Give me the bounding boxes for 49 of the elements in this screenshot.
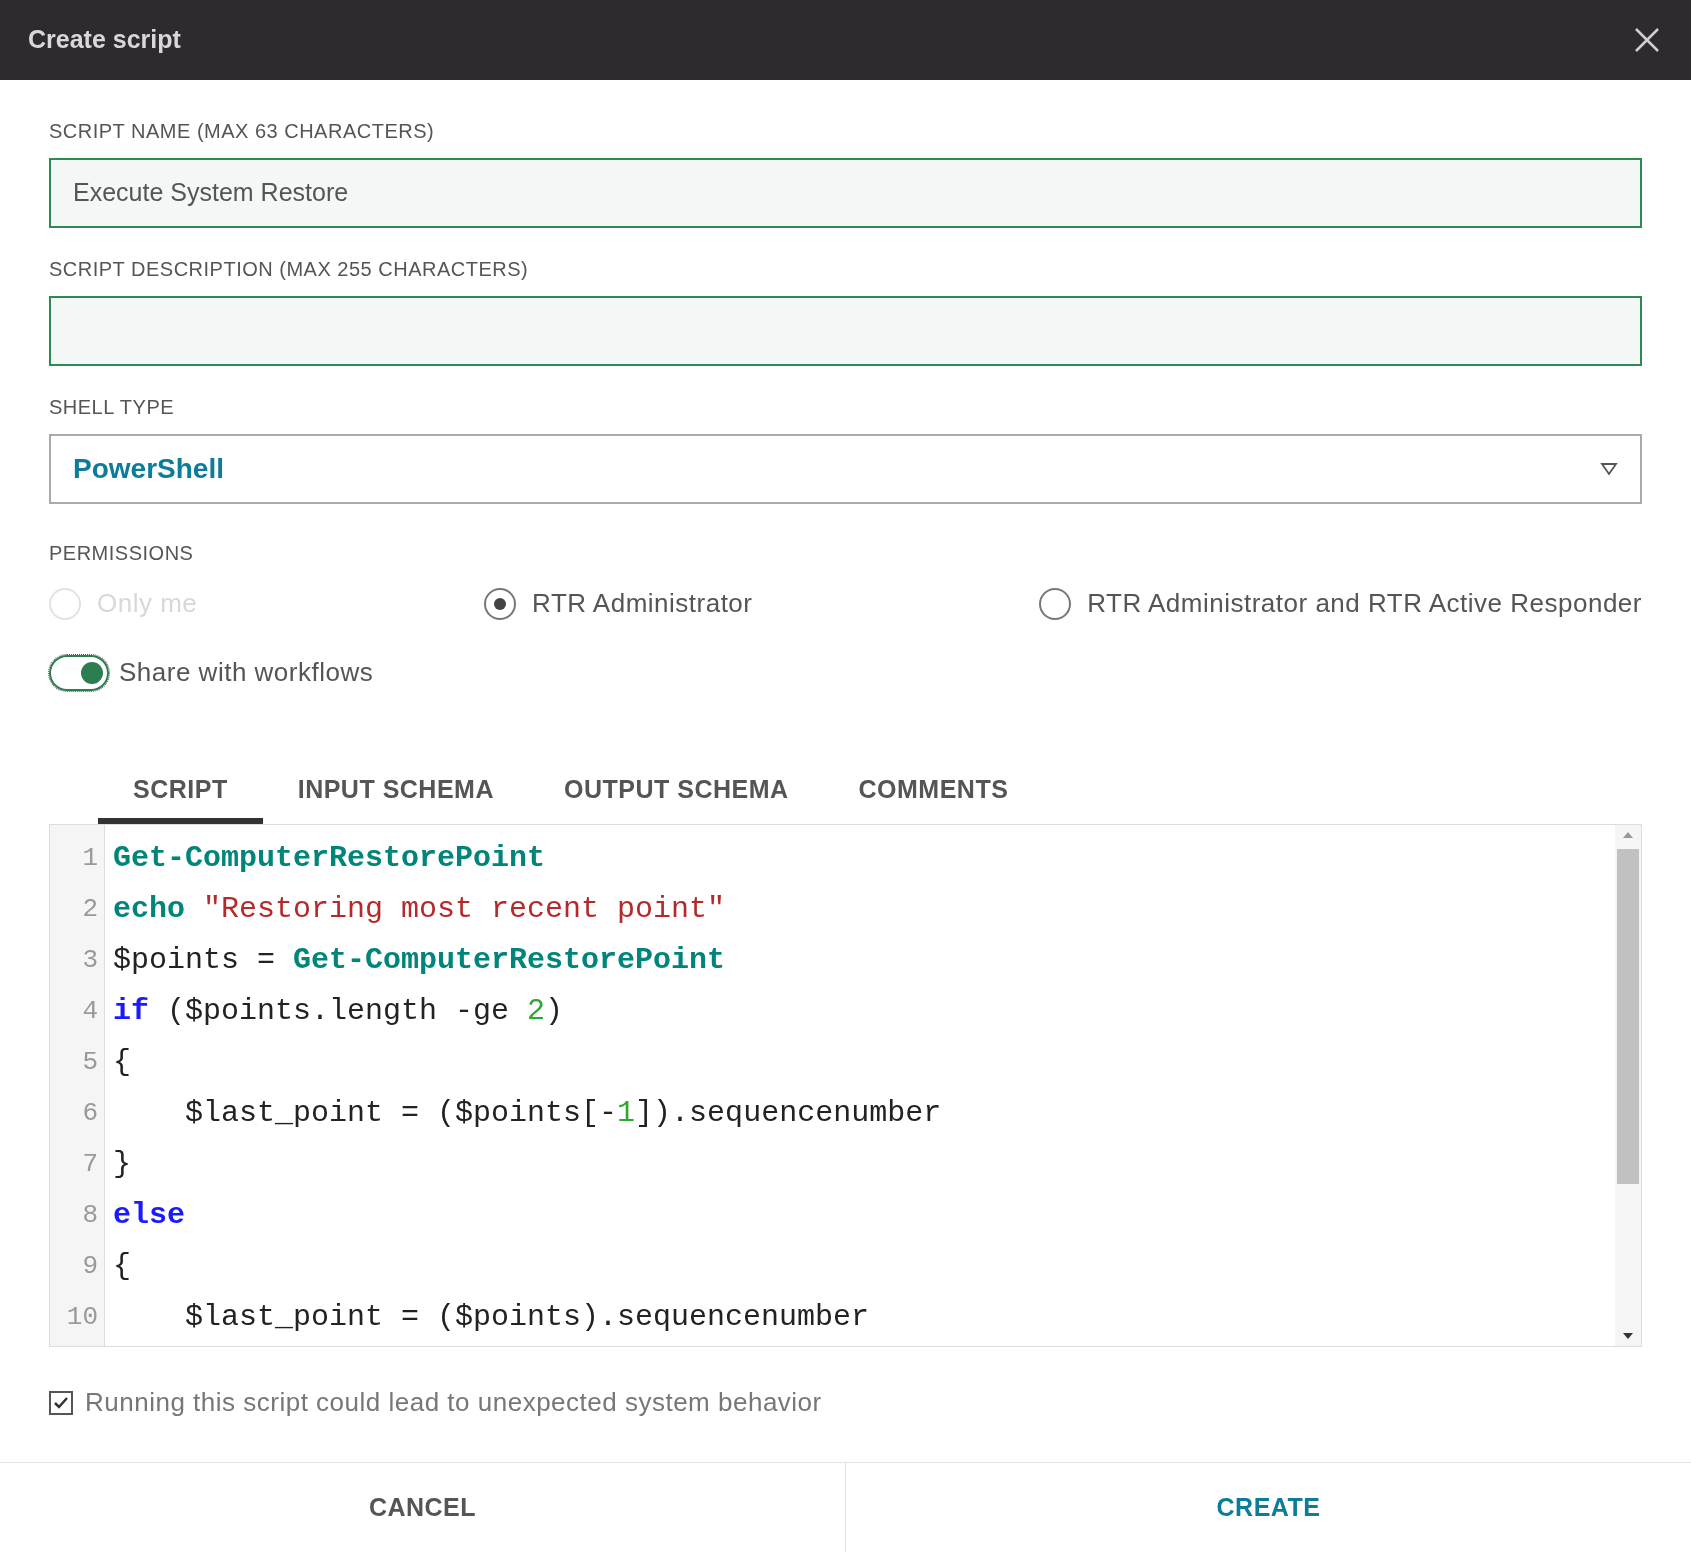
- code-line: $last_point = ($points).sequencenumber: [184, 1299, 870, 1336]
- code-editor[interactable]: [49, 824, 1642, 1347]
- text-field[interactable]: Execute System Restore: [49, 158, 1642, 228]
- radio-button[interactable]: [1039, 587, 1072, 620]
- cancel-button[interactable]: CANCEL: [0, 1463, 845, 1552]
- shell-type-dropdown[interactable]: PowerShell: [49, 434, 1642, 504]
- code-line: Get-ComputerRestorePoint: [113, 840, 546, 877]
- code-line: $last_point = ($points[-1]).sequencenumber: [184, 1095, 942, 1132]
- caret-icon: [1600, 462, 1618, 476]
- code-line: else: [113, 1197, 185, 1234]
- line-number: 3: [81, 944, 99, 977]
- radio-label: RTR Administrator and RTR Active Responder: [1087, 587, 1642, 620]
- field-label: SCRIPT DESCRIPTION (MAX 255 CHARACTERS): [49, 257, 530, 282]
- tab[interactable]: INPUT SCHEMA: [262, 762, 529, 824]
- toggle-label: Share with workflows: [119, 656, 374, 689]
- field-label: SHELL TYPE: [49, 395, 176, 420]
- code-line: if ($points.length -ge 2): [113, 993, 564, 1030]
- field-value: Execute System Restore: [73, 177, 349, 209]
- code-line: {: [113, 1044, 131, 1081]
- line-number: 5: [81, 1046, 99, 1079]
- radio-label: RTR Administrator: [532, 587, 753, 620]
- toggle-switch[interactable]: [49, 654, 109, 691]
- code-line: echo "Restoring most recent point": [113, 891, 726, 928]
- tab[interactable]: SCRIPT: [98, 762, 263, 824]
- line-number: 9: [81, 1250, 99, 1283]
- checkbox-label: Running this script could lead to unexpected system behavior: [85, 1386, 822, 1419]
- field-label: SCRIPT NAME (MAX 63 CHARACTERS): [49, 119, 436, 144]
- window-title: Create script: [28, 24, 181, 56]
- line-number: 6: [81, 1097, 99, 1130]
- scroll-down-icon[interactable]: [1622, 1332, 1634, 1340]
- tab[interactable]: OUTPUT SCHEMA: [529, 762, 824, 824]
- line-number: 8: [81, 1199, 99, 1232]
- code-line: $points = Get-ComputerRestorePoint: [113, 942, 726, 979]
- line-number: 1: [81, 842, 99, 875]
- scroll-up-icon[interactable]: [1622, 831, 1634, 839]
- text-field[interactable]: [49, 296, 1642, 366]
- line-number: 10: [65, 1301, 99, 1334]
- create-button[interactable]: CREATE: [845, 1463, 1691, 1552]
- line-number: 7: [81, 1148, 99, 1181]
- code-line: }: [113, 1146, 131, 1183]
- checkbox[interactable]: [49, 1390, 73, 1415]
- line-number: 4: [81, 995, 99, 1028]
- permissions-label: PERMISSIONS: [49, 541, 195, 566]
- line-number: 2: [81, 893, 99, 926]
- scrollbar[interactable]: [1615, 825, 1641, 1346]
- radio-button[interactable]: [484, 587, 517, 620]
- code-line: {: [113, 1248, 131, 1285]
- tab[interactable]: COMMENTS: [823, 762, 1044, 824]
- close-icon: [1634, 27, 1660, 53]
